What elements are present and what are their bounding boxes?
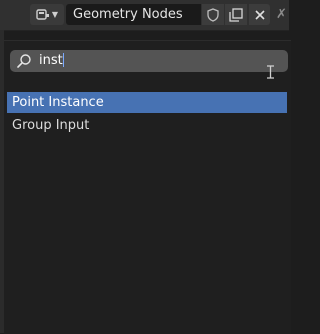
pin-icon[interactable]: ✗ xyxy=(276,4,289,25)
close-icon xyxy=(254,9,265,20)
search-icon xyxy=(17,54,31,68)
duplicate-button[interactable] xyxy=(225,4,247,25)
node-editor-icon xyxy=(36,8,49,20)
node-tree-name[interactable]: Geometry Nodes xyxy=(66,4,201,25)
search-field[interactable]: inst xyxy=(10,50,288,72)
editor-type-dropdown[interactable]: ▼ xyxy=(30,4,64,25)
search-results: Point Instance Group Input xyxy=(7,92,287,138)
result-point-instance[interactable]: Point Instance xyxy=(7,92,287,113)
search-input[interactable]: inst xyxy=(39,50,64,72)
search-input-value: inst xyxy=(39,53,63,68)
fake-user-button[interactable] xyxy=(202,4,224,25)
text-cursor-icon xyxy=(267,65,274,79)
chevron-down-icon: ▼ xyxy=(51,9,59,19)
node-editor-header: ▼ Geometry Nodes ✗ xyxy=(0,0,289,31)
shield-icon xyxy=(207,7,219,22)
add-node-search-popup: inst Point Instance Group Input xyxy=(4,40,291,334)
unlink-button[interactable] xyxy=(249,4,270,25)
text-caret xyxy=(62,52,64,67)
duplicate-icon xyxy=(229,7,243,22)
result-group-input[interactable]: Group Input xyxy=(7,115,287,136)
